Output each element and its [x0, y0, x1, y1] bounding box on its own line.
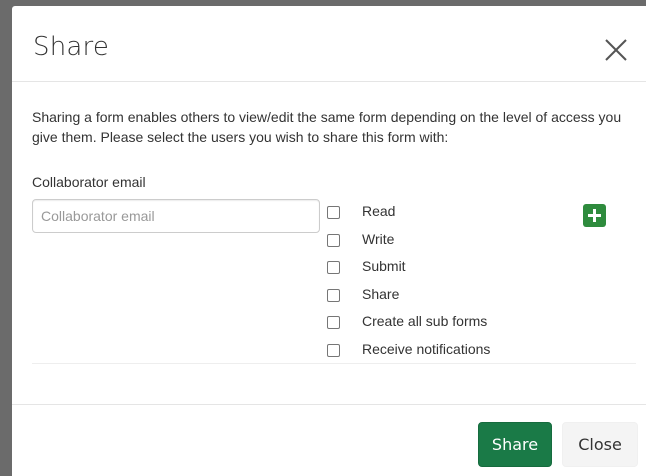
- permission-share[interactable]: Share: [327, 285, 587, 313]
- close-icon[interactable]: [604, 38, 628, 62]
- collaborator-email-input[interactable]: [32, 199, 320, 233]
- permission-read[interactable]: Read: [327, 202, 587, 230]
- dialog-header: Share: [12, 6, 646, 82]
- share-dialog: Share Sharing a form enables others to v…: [12, 6, 646, 476]
- permission-list: Read Write Submit Share Create all sub f…: [327, 202, 587, 367]
- permission-submit[interactable]: Submit: [327, 257, 587, 285]
- permission-share-checkbox[interactable]: [327, 288, 340, 302]
- share-button[interactable]: Share: [478, 422, 552, 467]
- permission-label: Read: [362, 203, 396, 219]
- permission-create-sub-forms-checkbox[interactable]: [327, 316, 340, 329]
- permission-write[interactable]: Write: [327, 230, 587, 258]
- permission-read-checkbox[interactable]: [327, 206, 340, 219]
- divider: [32, 363, 636, 364]
- permission-label: Share: [362, 285, 400, 302]
- close-button[interactable]: Close: [562, 422, 638, 467]
- share-description: Sharing a form enables others to view/ed…: [32, 109, 622, 145]
- permission-label: Submit: [362, 258, 406, 274]
- permission-write-checkbox[interactable]: [327, 233, 340, 247]
- permission-label: Receive notifications: [362, 340, 491, 357]
- permission-receive-notifications-checkbox[interactable]: [327, 343, 340, 357]
- permission-submit-checkbox[interactable]: [327, 261, 340, 274]
- add-collaborator-plus-icon[interactable]: [583, 204, 606, 227]
- permission-label: Create all sub forms: [362, 313, 488, 329]
- permission-create-sub-forms[interactable]: Create all sub forms: [327, 312, 587, 340]
- permission-label: Write: [362, 230, 395, 247]
- dialog-title: Share: [33, 32, 110, 62]
- collaborator-email-label: Collaborator email: [32, 174, 146, 190]
- dialog-footer: Share Close: [12, 404, 646, 476]
